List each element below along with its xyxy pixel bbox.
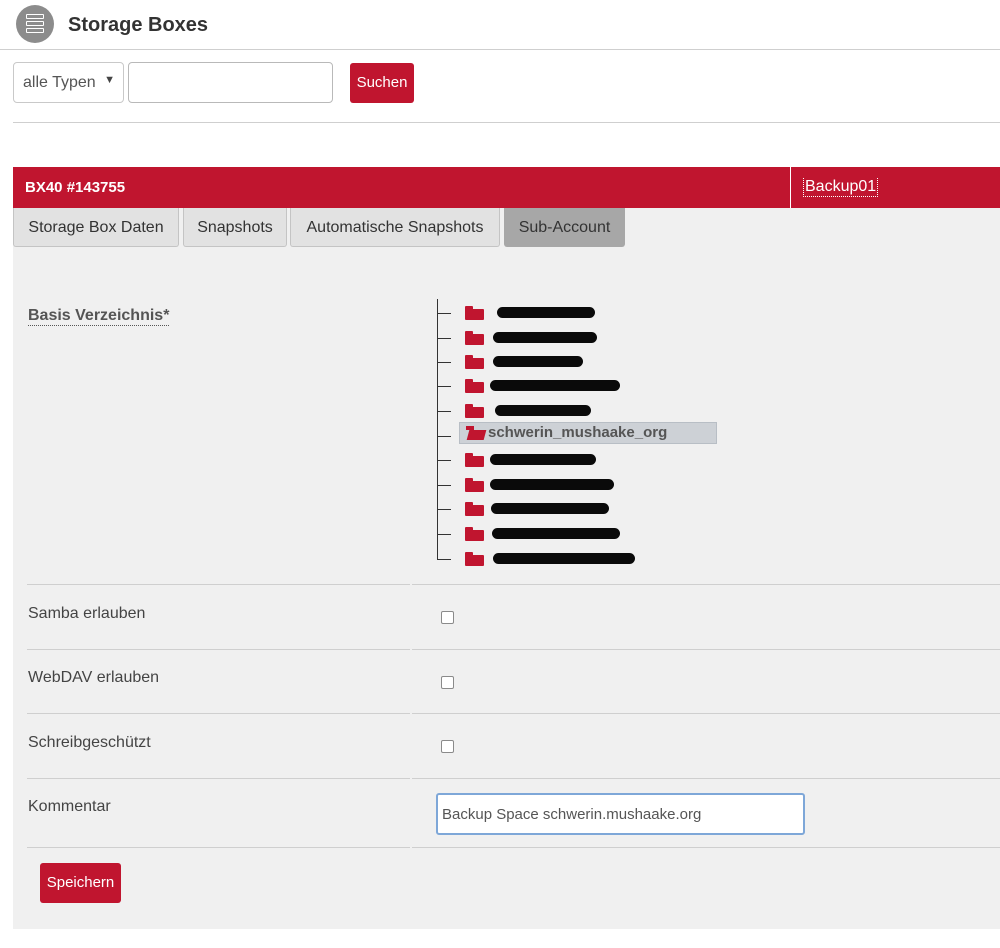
readonly-checkbox[interactable] [441, 740, 454, 753]
page-title: Storage Boxes [68, 14, 209, 36]
redacted-folder-name [495, 405, 591, 416]
row-divider [27, 584, 410, 585]
webdav-checkbox[interactable] [441, 676, 454, 689]
tab-storage-box-daten[interactable]: Storage Box Daten [13, 208, 179, 247]
save-button[interactable]: Speichern [40, 863, 121, 903]
folder-icon [465, 502, 484, 516]
redacted-folder-name [491, 503, 609, 514]
redacted-folder-name [490, 454, 596, 465]
selected-folder-name: schwerin_mushaake_org [488, 424, 668, 441]
folder-open-icon [466, 426, 487, 440]
basis-verzeichnis-label: Basis Verzeichnis* [28, 307, 170, 326]
tab-sub-account[interactable]: Sub-Account [504, 208, 625, 247]
folder-icon [465, 404, 484, 418]
folder-icon [465, 379, 484, 393]
tab-snapshots[interactable]: Snapshots [183, 208, 287, 247]
folder-icon [465, 453, 484, 467]
box-title: BX40 #143755 [25, 179, 126, 196]
row-divider [412, 649, 1000, 650]
redacted-folder-name [490, 479, 614, 490]
row-divider [412, 584, 1000, 585]
webdav-label: WebDAV erlauben [28, 669, 160, 686]
comment-input[interactable]: Backup Space schwerin.mushaake.org [436, 793, 805, 835]
row-divider [412, 847, 1000, 848]
comment-label: Kommentar [28, 798, 111, 815]
redacted-folder-name [492, 528, 620, 539]
row-divider [27, 713, 410, 714]
redacted-folder-name [497, 307, 595, 318]
tab-automatische-snapshots[interactable]: Automatische Snapshots [290, 208, 500, 247]
readonly-label: Schreibgeschützt [28, 734, 151, 751]
folder-icon [465, 306, 484, 320]
search-button[interactable]: Suchen [350, 63, 414, 103]
storage-list-icon [16, 5, 54, 43]
search-input[interactable] [128, 62, 333, 103]
folder-icon [465, 331, 484, 345]
redacted-folder-name [493, 356, 583, 367]
search-bar: alle Typen ▼ Suchen [0, 50, 1000, 123]
redacted-folder-name [490, 380, 620, 391]
samba-checkbox[interactable] [441, 611, 454, 624]
row-divider [27, 847, 410, 848]
divider [13, 122, 1000, 123]
folder-icon [465, 478, 484, 492]
type-select[interactable]: alle Typen ▼ [13, 62, 124, 103]
folder-icon [465, 355, 484, 369]
chevron-down-icon: ▼ [104, 74, 115, 86]
row-divider [412, 713, 1000, 714]
redacted-folder-name [493, 553, 635, 564]
row-divider [412, 778, 1000, 779]
page-header: Storage Boxes [0, 0, 1000, 50]
redacted-folder-name [493, 332, 597, 343]
folder-icon [465, 552, 484, 566]
samba-label: Samba erlauben [28, 605, 146, 622]
folder-icon [465, 527, 484, 541]
storage-box-panel: BX40 #143755 Backup01 Storage Box Daten … [13, 167, 1000, 929]
type-select-value: alle Typen [23, 74, 96, 91]
box-name-editable[interactable]: Backup01 [803, 178, 879, 197]
directory-tree: schwerin_mushaake_org [423, 295, 743, 566]
row-divider [27, 649, 410, 650]
panel-header: BX40 #143755 Backup01 [13, 167, 1000, 208]
header-divider [790, 167, 791, 208]
row-divider [27, 778, 410, 779]
